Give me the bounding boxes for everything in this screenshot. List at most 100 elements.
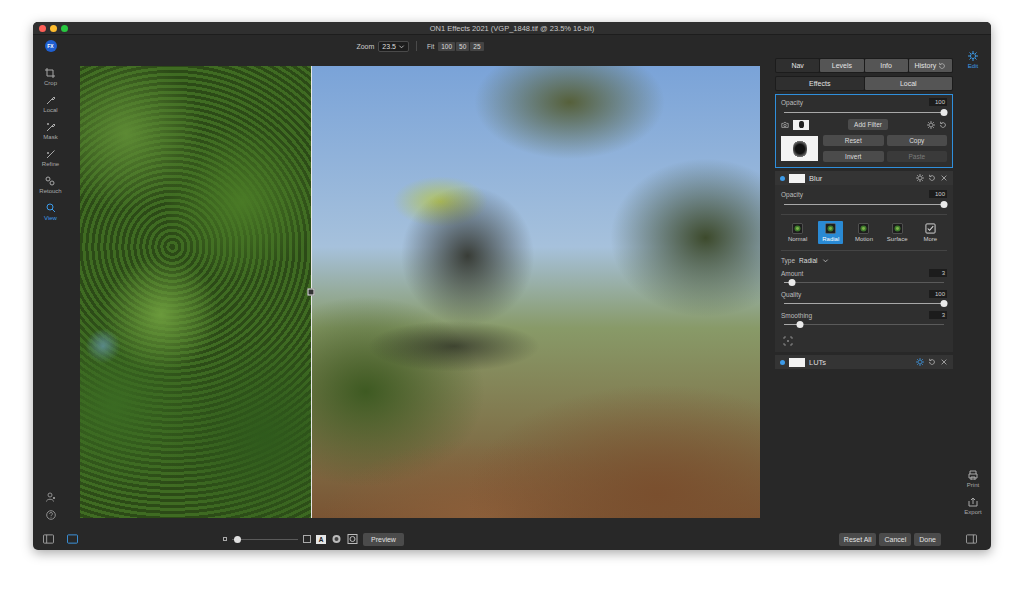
mask-brush-icon	[46, 122, 56, 132]
slider-value[interactable]: 100	[929, 290, 947, 298]
tool-sidebar: FXCropLocalMaskRefineRetouchView	[33, 35, 68, 528]
bandage-icon	[45, 176, 55, 186]
filter-name: Blur	[809, 174, 822, 183]
blur-type-button[interactable]: Surface	[885, 221, 910, 244]
slider-value[interactable]: 3	[929, 311, 947, 319]
filter-enable-toggle[interactable]	[780, 360, 785, 365]
photo-preview[interactable]	[80, 66, 760, 518]
filter-mask-swatch[interactable]	[789, 174, 805, 183]
user-icon[interactable]	[46, 492, 56, 502]
help-icon[interactable]	[46, 510, 56, 520]
mode-tab[interactable]: Effects	[776, 77, 864, 90]
chevron-down-icon	[822, 257, 829, 264]
zoom-button[interactable]	[61, 25, 68, 32]
preview-button[interactable]: Preview	[363, 533, 404, 546]
opacity-label: Opacity	[781, 191, 803, 198]
add-filter-button[interactable]: Add Filter	[848, 119, 888, 130]
gear-icon[interactable]	[927, 121, 935, 129]
opacity-value[interactable]: 100	[929, 98, 947, 106]
gear-icon[interactable]	[916, 358, 924, 366]
reset-icon[interactable]	[928, 358, 936, 366]
blur-type-button[interactable]: Normal	[785, 221, 810, 244]
mask-button[interactable]: Reset	[823, 135, 884, 146]
title-bar: ON1 Effects 2021 (VGP_1848.tif @ 23.5% 1…	[33, 22, 991, 35]
filter-section: Blur Opacity 100 Normal Radial Motion Surface M…	[775, 171, 953, 352]
setting-slider-row: Smoothing3	[781, 311, 947, 328]
blur-type-button[interactable]: More	[918, 221, 943, 244]
slider-value[interactable]: 3	[929, 269, 947, 277]
gear-icon[interactable]	[916, 174, 924, 182]
camera-icon[interactable]	[781, 121, 789, 129]
filter-mask-swatch[interactable]	[789, 358, 805, 367]
circle-view-icon[interactable]	[331, 534, 342, 544]
minimize-button[interactable]	[50, 25, 57, 32]
setting-slider[interactable]	[784, 279, 944, 286]
fit-button[interactable]: Fit	[424, 42, 437, 51]
layer-thumbnail[interactable]	[793, 120, 809, 130]
blur-type-button[interactable]: Motion	[851, 221, 876, 244]
action-button[interactable]: Done	[914, 533, 941, 546]
filmstrip-toggle-icon[interactable]	[67, 534, 78, 544]
right-panel-toggle-icon[interactable]	[966, 534, 977, 544]
filter-header[interactable]: LUTs	[775, 355, 953, 369]
opacity-value[interactable]: 100	[929, 190, 947, 198]
window-controls	[39, 25, 79, 32]
sidebar-toggle-icon[interactable]	[43, 534, 54, 544]
opacity-slider[interactable]	[784, 201, 944, 208]
compare-view-icon[interactable]	[347, 534, 358, 544]
reset-icon[interactable]	[939, 121, 947, 129]
menu-checkbox-icon	[925, 223, 936, 234]
tool-item[interactable]: Crop	[44, 68, 57, 95]
brush-size-slider[interactable]	[232, 536, 298, 543]
tool-item[interactable]: Retouch	[39, 176, 61, 203]
focus-target-icon[interactable]	[783, 336, 793, 346]
zoom-preset-button[interactable]: 100	[438, 42, 455, 51]
setting-slider-row: Quality100	[781, 290, 947, 307]
reset-icon[interactable]	[928, 174, 936, 182]
preset-thumbnail-icon	[792, 223, 803, 234]
large-brush-icon[interactable]	[303, 535, 311, 543]
tool-item[interactable]: View	[44, 203, 57, 230]
desktop: ON1 Effects 2021 (VGP_1848.tif @ 23.5% 1…	[0, 0, 1024, 594]
mode-tab[interactable]: Local	[865, 77, 953, 90]
mode-tabs: EffectsLocal	[775, 76, 953, 91]
type-dropdown[interactable]: TypeRadial	[781, 257, 947, 264]
module-item[interactable]: Export	[964, 497, 981, 524]
panel-tab[interactable]: History	[909, 59, 952, 72]
mask-button[interactable]: Copy	[887, 135, 948, 146]
mask-view-button[interactable]: A	[316, 535, 326, 544]
tool-item[interactable]: Refine	[42, 149, 59, 176]
filter-enable-toggle[interactable]	[780, 176, 785, 181]
filter-header[interactable]: Blur	[775, 171, 953, 185]
before-image	[80, 66, 311, 518]
compare-handle[interactable]	[308, 289, 315, 296]
zoom-presets: Fit1005025	[424, 42, 484, 51]
module-item[interactable]: Edit	[968, 51, 978, 78]
panel-tab[interactable]: Nav	[776, 59, 819, 72]
action-button[interactable]: Cancel	[879, 533, 911, 546]
filter-section: LUTs	[775, 355, 953, 369]
close-button[interactable]	[39, 25, 46, 32]
action-button[interactable]: Reset All	[839, 533, 877, 546]
tool-item[interactable]: Mask	[43, 122, 57, 149]
mask-thumbnail[interactable]	[781, 136, 818, 161]
zoom-preset-button[interactable]: 25	[470, 42, 483, 51]
crop-icon	[45, 68, 55, 78]
blur-type-button[interactable]: Radial	[818, 221, 843, 244]
zoom-dropdown[interactable]: 23.5	[378, 41, 409, 52]
small-brush-icon[interactable]	[223, 537, 227, 541]
close-icon[interactable]	[940, 358, 948, 366]
setting-slider[interactable]	[784, 321, 944, 328]
panel-tab[interactable]: Levels	[820, 59, 863, 72]
panel-tab[interactable]: Info	[865, 59, 908, 72]
mask-button[interactable]: Paste	[887, 151, 948, 162]
close-icon[interactable]	[940, 174, 948, 182]
opacity-slider[interactable]	[784, 109, 944, 116]
tool-item[interactable]: Local	[43, 95, 57, 122]
setting-slider[interactable]	[784, 300, 944, 307]
zoom-preset-button[interactable]: 50	[456, 42, 469, 51]
brush-icon	[46, 95, 56, 105]
blur-type-buttons: Normal Radial Motion Surface More	[781, 221, 947, 244]
module-item[interactable]: Print	[967, 470, 979, 497]
mask-button[interactable]: Invert	[823, 151, 884, 162]
